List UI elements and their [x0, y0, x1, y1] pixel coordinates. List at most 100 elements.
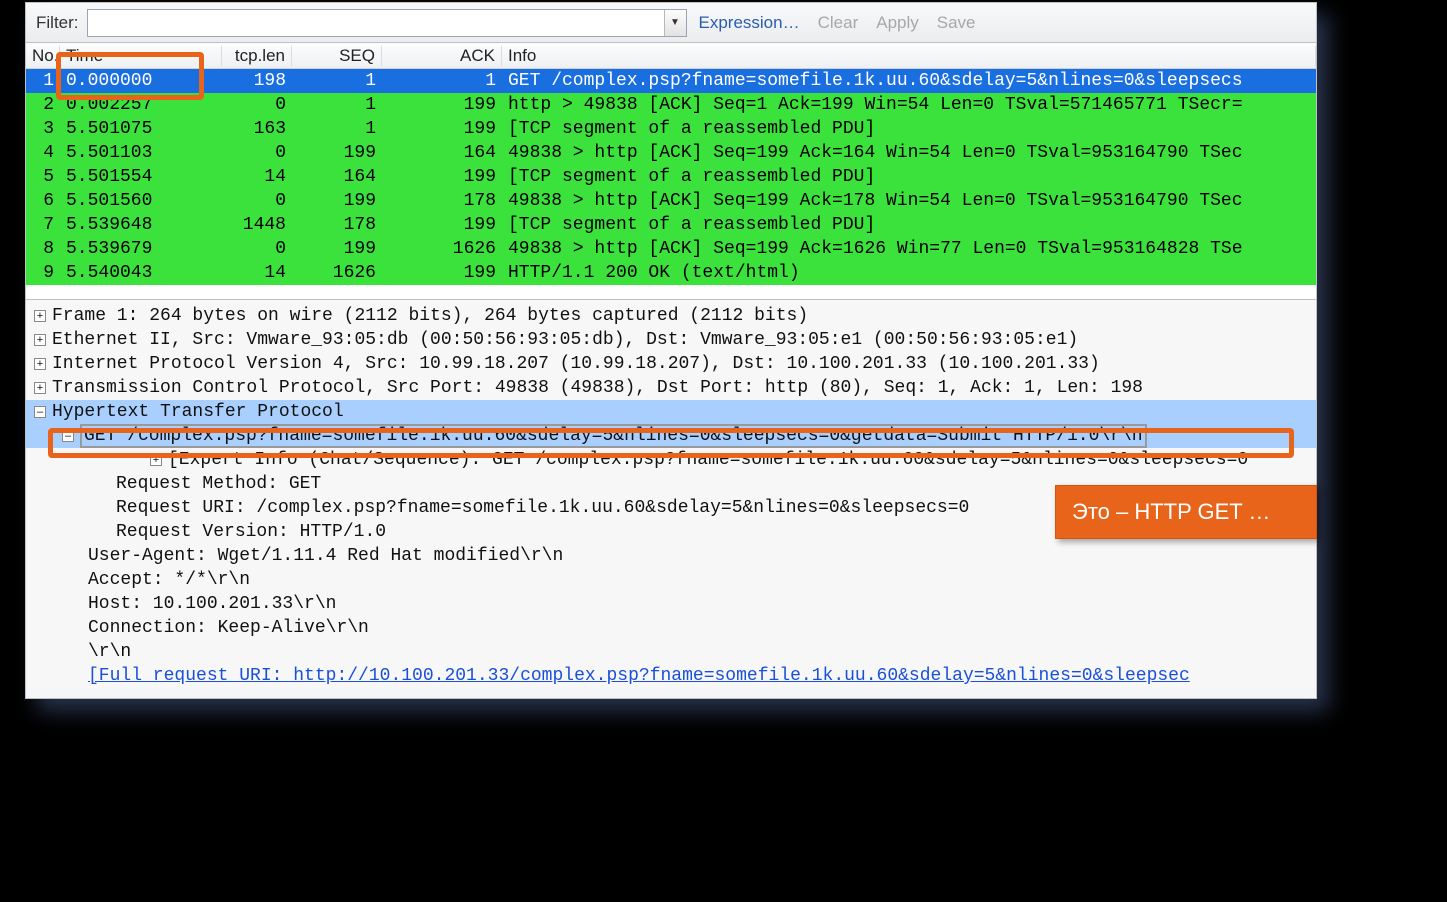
cell-seq: 1: [292, 119, 382, 139]
cell-no: 5: [26, 167, 60, 187]
filter-expression-link[interactable]: Expression…: [693, 13, 806, 33]
cell-seq: 199: [292, 239, 382, 259]
expand-plus-icon[interactable]: +: [34, 358, 46, 370]
cell-time: 5.539648: [60, 215, 222, 235]
cell-ack: 1626: [382, 239, 502, 259]
expand-minus-icon[interactable]: –: [34, 406, 46, 418]
cell-len: 0: [222, 239, 292, 259]
tree-http-accept-label: Accept: */*\r\n: [88, 570, 250, 590]
tree-http-conn[interactable]: Connection: Keep-Alive\r\n: [26, 616, 1316, 640]
tree-http-accept[interactable]: Accept: */*\r\n: [26, 568, 1316, 592]
tree-http-host[interactable]: Host: 10.100.201.33\r\n: [26, 592, 1316, 616]
cell-len: 0: [222, 191, 292, 211]
tree-http-version-label: Request Version: HTTP/1.0: [116, 522, 386, 542]
cell-len: 163: [222, 119, 292, 139]
tree-http-get[interactable]: – GET /complex.psp?fname=somefile.1k.uu.…: [26, 424, 1316, 448]
cell-time: 5.501075: [60, 119, 222, 139]
cell-seq: 178: [292, 215, 382, 235]
packet-row[interactable]: 85.5396790199162649838 > http [ACK] Seq=…: [26, 237, 1316, 261]
col-header-info[interactable]: Info: [502, 46, 1316, 66]
cell-no: 1: [26, 71, 60, 91]
cell-ack: 199: [382, 95, 502, 115]
cell-info: 49838 > http [ACK] Seq=199 Ack=164 Win=5…: [502, 143, 1316, 163]
wireshark-window: Filter: ▼ Expression… Clear Apply Save N…: [25, 2, 1317, 699]
packet-row[interactable]: 45.501103019916449838 > http [ACK] Seq=1…: [26, 141, 1316, 165]
packet-row[interactable]: 10.00000019811GET /complex.psp?fname=som…: [26, 69, 1316, 93]
col-header-tcplen[interactable]: tcp.len: [222, 46, 292, 66]
tree-ethernet[interactable]: + Ethernet II, Src: Vmware_93:05:db (00:…: [26, 328, 1316, 352]
cell-info: [TCP segment of a reassembled PDU]: [502, 167, 1316, 187]
col-header-time[interactable]: Time: [60, 46, 222, 66]
packet-row[interactable]: 55.50155414164199[TCP segment of a reass…: [26, 165, 1316, 189]
filter-clear-button[interactable]: Clear: [812, 13, 865, 33]
tree-http[interactable]: – Hypertext Transfer Protocol: [26, 400, 1316, 424]
packet-list-header[interactable]: No. Time tcp.len SEQ ACK Info: [26, 43, 1316, 69]
cell-no: 7: [26, 215, 60, 235]
cell-info: GET /complex.psp?fname=somefile.1k.uu.60…: [502, 71, 1316, 91]
cell-ack: 199: [382, 215, 502, 235]
cell-no: 2: [26, 95, 60, 115]
filter-apply-button[interactable]: Apply: [870, 13, 925, 33]
tree-http-get-label: GET /complex.psp?fname=somefile.1k.uu.60…: [80, 424, 1147, 448]
cell-no: 4: [26, 143, 60, 163]
cell-ack: 199: [382, 119, 502, 139]
cell-no: 6: [26, 191, 60, 211]
cell-seq: 164: [292, 167, 382, 187]
expand-plus-icon[interactable]: +: [150, 454, 162, 466]
filter-save-button[interactable]: Save: [931, 13, 982, 33]
packet-list-body[interactable]: 10.00000019811GET /complex.psp?fname=som…: [26, 69, 1316, 285]
tree-http-label: Hypertext Transfer Protocol: [52, 402, 344, 422]
tree-http-uri-label: Request URI: /complex.psp?fname=somefile…: [116, 498, 969, 518]
packet-row[interactable]: 20.00225701199http > 49838 [ACK] Seq=1 A…: [26, 93, 1316, 117]
cell-info: [TCP segment of a reassembled PDU]: [502, 119, 1316, 139]
expand-plus-icon[interactable]: +: [34, 382, 46, 394]
expand-plus-icon[interactable]: +: [34, 310, 46, 322]
packet-row[interactable]: 35.5010751631199[TCP segment of a reasse…: [26, 117, 1316, 141]
cell-seq: 1: [292, 95, 382, 115]
tree-http-expert[interactable]: + [Expert Info (Chat/Sequence): GET /com…: [26, 448, 1316, 472]
tree-ip[interactable]: + Internet Protocol Version 4, Src: 10.9…: [26, 352, 1316, 376]
tree-tcp[interactable]: + Transmission Control Protocol, Src Por…: [26, 376, 1316, 400]
packet-row[interactable]: 95.540043141626199HTTP/1.1 200 OK (text/…: [26, 261, 1316, 285]
annotation-box: Это – HTTP GET …: [1055, 485, 1317, 539]
filter-dropdown-button[interactable]: ▼: [664, 10, 686, 36]
cell-seq: 1: [292, 71, 382, 91]
cell-len: 0: [222, 95, 292, 115]
packet-row[interactable]: 75.5396481448178199[TCP segment of a rea…: [26, 213, 1316, 237]
expand-minus-icon[interactable]: –: [62, 430, 74, 442]
cell-len: 1448: [222, 215, 292, 235]
tree-http-ua[interactable]: User-Agent: Wget/1.11.4 Red Hat modified…: [26, 544, 1316, 568]
tree-ip-label: Internet Protocol Version 4, Src: 10.99.…: [52, 354, 1100, 374]
packet-list-blank: [26, 285, 1316, 299]
cell-info: HTTP/1.1 200 OK (text/html): [502, 263, 1316, 283]
cell-time: 0.002257: [60, 95, 222, 115]
cell-time: 5.501554: [60, 167, 222, 187]
cell-time: 5.540043: [60, 263, 222, 283]
cell-len: 198: [222, 71, 292, 91]
expand-plus-icon[interactable]: +: [34, 334, 46, 346]
cell-info: http > 49838 [ACK] Seq=1 Ack=199 Win=54 …: [502, 95, 1316, 115]
tree-frame[interactable]: + Frame 1: 264 bytes on wire (2112 bits)…: [26, 304, 1316, 328]
col-header-ack[interactable]: ACK: [382, 46, 502, 66]
tree-http-ua-label: User-Agent: Wget/1.11.4 Red Hat modified…: [88, 546, 563, 566]
col-header-seq[interactable]: SEQ: [292, 46, 382, 66]
cell-ack: 199: [382, 167, 502, 187]
cell-seq: 1626: [292, 263, 382, 283]
filter-toolbar: Filter: ▼ Expression… Clear Apply Save: [26, 3, 1316, 43]
filter-input[interactable]: [88, 10, 664, 36]
tree-http-fulluri[interactable]: [Full request URI: http://10.100.201.33/…: [26, 664, 1316, 688]
cell-len: 14: [222, 263, 292, 283]
annotation-text: Это – HTTP GET …: [1072, 499, 1270, 525]
tree-http-expert-label: [Expert Info (Chat/Sequence): GET /compl…: [168, 450, 1248, 470]
filter-input-wrap: ▼: [87, 9, 687, 37]
cell-time: 5.501103: [60, 143, 222, 163]
packet-row[interactable]: 65.501560019917849838 > http [ACK] Seq=1…: [26, 189, 1316, 213]
cell-info: [TCP segment of a reassembled PDU]: [502, 215, 1316, 235]
cell-time: 5.539679: [60, 239, 222, 259]
col-header-no[interactable]: No.: [26, 46, 60, 66]
tree-http-crlf-label: \r\n: [88, 642, 131, 662]
tree-frame-label: Frame 1: 264 bytes on wire (2112 bits), …: [52, 306, 808, 326]
tree-http-fulluri-link[interactable]: [Full request URI: http://10.100.201.33/…: [88, 666, 1190, 686]
cell-ack: 199: [382, 263, 502, 283]
tree-http-crlf[interactable]: \r\n: [26, 640, 1316, 664]
